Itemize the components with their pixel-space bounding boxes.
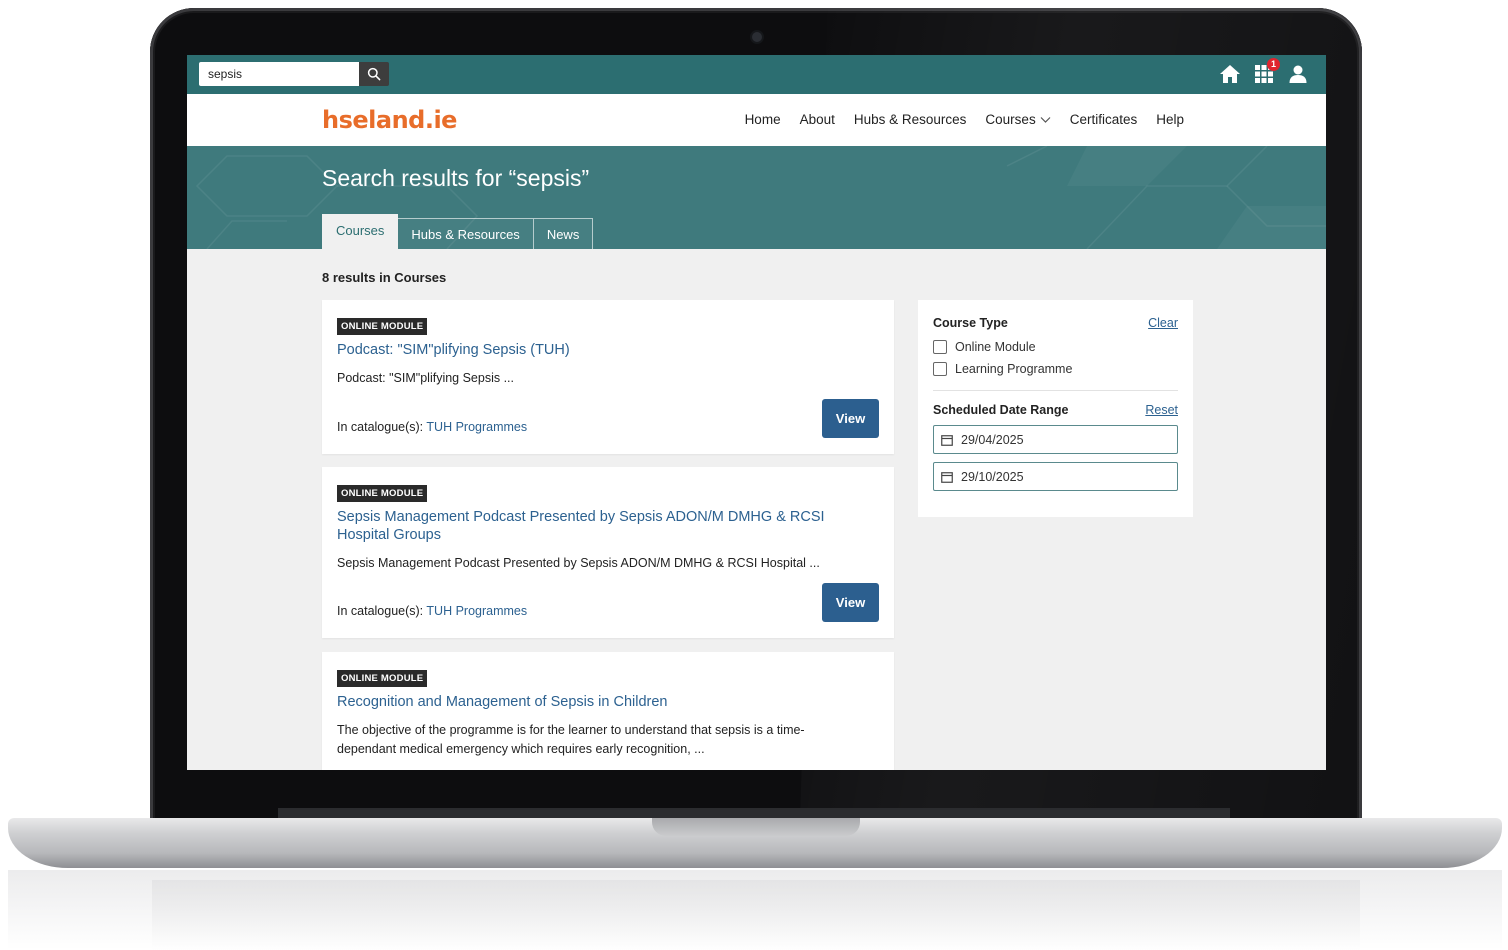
catalogue-label: In catalogue(s): xyxy=(337,420,424,434)
clear-link[interactable]: Clear xyxy=(1148,316,1178,330)
nav-hubs-resources[interactable]: Hubs & Resources xyxy=(854,112,967,127)
catalogue-link[interactable]: TUH Programmes xyxy=(426,420,527,434)
nav-home[interactable]: Home xyxy=(745,112,781,127)
search-input[interactable] xyxy=(199,62,359,86)
tab-courses[interactable]: Courses xyxy=(322,214,399,249)
result-card: ONLINE MODULE Podcast: "SIM"plifying Sep… xyxy=(322,300,894,454)
results-count: 8 results in Courses xyxy=(322,270,447,285)
divider xyxy=(933,390,1178,391)
view-button[interactable]: View xyxy=(822,583,879,622)
top-icons: 1 xyxy=(1218,58,1310,86)
module-badge: ONLINE MODULE xyxy=(337,485,428,502)
module-badge: ONLINE MODULE xyxy=(337,670,428,687)
tab-news[interactable]: News xyxy=(533,218,594,249)
filter-panel: Course Type Clear Online Module Learning… xyxy=(918,300,1193,517)
nav-help[interactable]: Help xyxy=(1156,112,1184,127)
screen: 1 hseland.ie Home About Hubs & Resources… xyxy=(187,55,1326,770)
laptop-notch xyxy=(652,818,860,836)
course-description: Podcast: "SIM"plifying Sepsis ... xyxy=(337,371,515,385)
calendar-icon xyxy=(941,434,953,446)
checkbox[interactable] xyxy=(933,340,947,354)
reflection-lid xyxy=(152,880,1360,950)
result-tabs: Courses Hubs & Resources News xyxy=(322,214,594,249)
module-badge: ONLINE MODULE xyxy=(337,318,428,335)
camera xyxy=(752,32,762,42)
date-from-value: 29/04/2025 xyxy=(961,432,1024,447)
checkbox-label: Online Module xyxy=(955,340,1036,354)
nav-certificates[interactable]: Certificates xyxy=(1070,112,1138,127)
user-icon xyxy=(1289,65,1307,83)
search-bar xyxy=(199,62,389,86)
course-description: Sepsis Management Podcast Presented by S… xyxy=(337,556,820,570)
site-logo[interactable]: hseland.ie xyxy=(322,106,457,134)
catalogue-info: In catalogue(s): TUH Programmes xyxy=(337,420,527,434)
apps-button[interactable]: 1 xyxy=(1252,58,1280,86)
course-title-link[interactable]: Podcast: "SIM"plifying Sepsis (TUH) xyxy=(337,341,857,359)
result-card: ONLINE MODULE Recognition and Management… xyxy=(322,652,894,770)
profile-button[interactable] xyxy=(1286,62,1310,86)
checkbox-label: Learning Programme xyxy=(955,362,1073,376)
catalogue-label: In catalogue(s): xyxy=(337,604,424,618)
date-range-label: Scheduled Date Range xyxy=(933,403,1069,417)
catalogue-info: In catalogue(s): TUH Programmes xyxy=(337,604,527,618)
chevron-down-icon xyxy=(1040,116,1051,123)
reset-link[interactable]: Reset xyxy=(1145,403,1178,417)
date-from-input[interactable]: 29/04/2025 xyxy=(933,425,1178,454)
search-icon xyxy=(367,67,381,81)
course-title-link[interactable]: Sepsis Management Podcast Presented by S… xyxy=(337,508,857,544)
home-icon xyxy=(1220,65,1240,83)
calendar-icon xyxy=(941,471,953,483)
tab-hubs-resources[interactable]: Hubs & Resources xyxy=(398,218,534,249)
filter-learning-programme[interactable]: Learning Programme xyxy=(933,362,1178,376)
course-type-header: Course Type Clear xyxy=(933,316,1178,330)
course-title-link[interactable]: Recognition and Management of Sepsis in … xyxy=(337,693,857,711)
course-description: The objective of the programme is for th… xyxy=(337,723,805,756)
view-button[interactable]: View xyxy=(822,399,879,438)
catalogue-link[interactable]: TUH Programmes xyxy=(426,604,527,618)
search-hero: Search results for “sepsis” Courses Hubs… xyxy=(187,146,1326,249)
home-button[interactable] xyxy=(1218,62,1242,86)
search-button[interactable] xyxy=(359,62,389,86)
nav-courses-label: Courses xyxy=(985,112,1036,127)
nav-about[interactable]: About xyxy=(800,112,835,127)
result-card: ONLINE MODULE Sepsis Management Podcast … xyxy=(322,467,894,638)
date-to-input[interactable]: 29/10/2025 xyxy=(933,462,1178,491)
course-type-label: Course Type xyxy=(933,316,1008,330)
nav-links: Home About Hubs & Resources Courses Cert… xyxy=(745,112,1184,127)
checkbox[interactable] xyxy=(933,362,947,376)
date-to-value: 29/10/2025 xyxy=(961,469,1024,484)
main-navbar: hseland.ie Home About Hubs & Resources C… xyxy=(187,94,1326,146)
notification-badge: 1 xyxy=(1267,58,1280,71)
date-range-header: Scheduled Date Range Reset xyxy=(933,403,1178,417)
nav-courses[interactable]: Courses xyxy=(985,112,1051,127)
page-title: Search results for “sepsis” xyxy=(322,165,590,191)
filter-online-module[interactable]: Online Module xyxy=(933,340,1178,354)
top-bar: 1 xyxy=(187,55,1326,94)
